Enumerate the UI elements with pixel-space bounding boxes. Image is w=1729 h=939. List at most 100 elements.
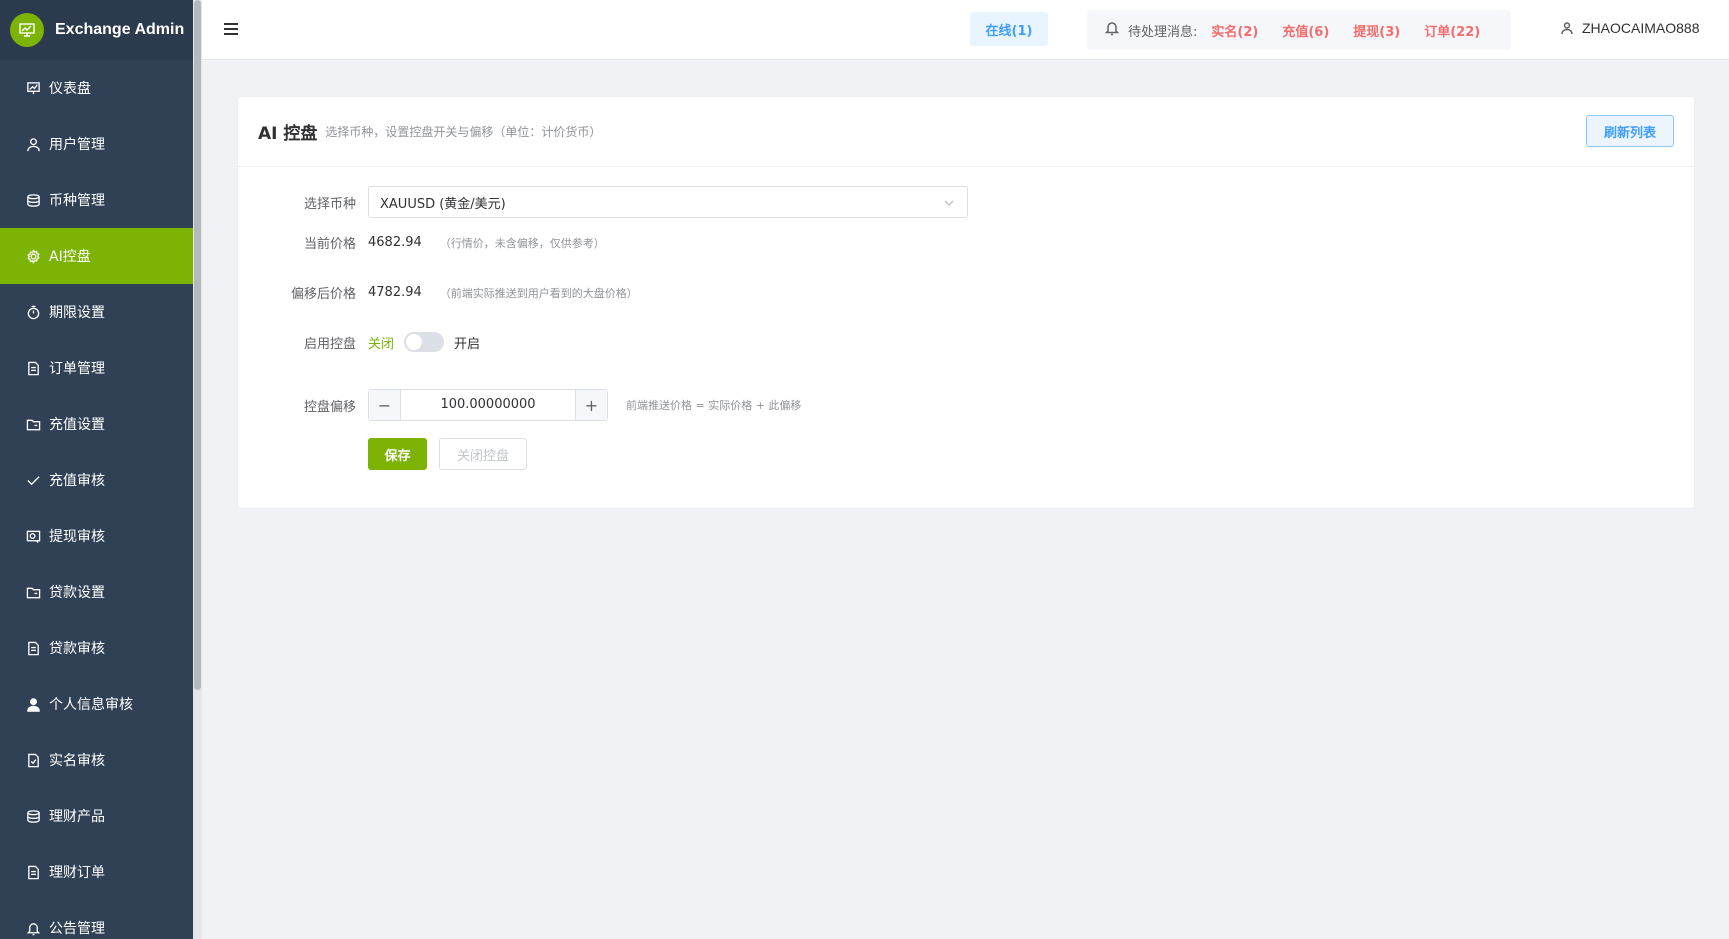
sidebar-menu: 仪表盘 用户管理 币种管理 AI控盘 期限设置 订单管理 充值设置 充值审核 提… <box>0 60 193 939</box>
online-badge[interactable]: 在线(1) <box>970 12 1048 46</box>
withdraw-icon <box>25 528 41 544</box>
switch-knob <box>406 334 423 350</box>
sidebar-item-recharge-review[interactable]: 充值审核 <box>0 452 193 508</box>
scrollbar-thumb[interactable] <box>194 0 201 690</box>
user-icon <box>1561 22 1573 35</box>
hamburger-icon[interactable] <box>222 20 240 38</box>
notif-withdraw-link[interactable]: 提现(3) <box>1353 21 1400 40</box>
toggle-off-label: 关闭 <box>368 336 395 352</box>
card-title: AI 控盘 <box>258 124 318 144</box>
sidebar-item-label: 币种管理 <box>49 193 105 209</box>
current-price-row: 当前价格 4682.94 （行情价，未含偏移，仅供参考） <box>238 233 605 252</box>
folder-icon <box>25 584 41 600</box>
sidebar-item-finance-orders[interactable]: 理财订单 <box>0 844 193 900</box>
sidebar-item-withdraw-review[interactable]: 提现审核 <box>0 508 193 564</box>
sidebar-item-term[interactable]: 期限设置 <box>0 284 193 340</box>
sidebar-item-loan-settings[interactable]: 贷款设置 <box>0 564 193 620</box>
actions-row: 保存 关闭控盘 <box>238 438 527 470</box>
sidebar-item-users[interactable]: 用户管理 <box>0 116 193 172</box>
notif-realname-link[interactable]: 实名(2) <box>1211 21 1258 40</box>
refresh-list-button[interactable]: 刷新列表 <box>1586 115 1674 147</box>
sidebar-item-coins[interactable]: 币种管理 <box>0 172 193 228</box>
document-icon <box>25 864 41 880</box>
symbol-selected-value: XAUUSD (黄金/美元) <box>380 196 506 212</box>
sidebar-item-realname-review[interactable]: 实名审核 <box>0 732 193 788</box>
offset-label: 控盘偏移 <box>303 399 356 415</box>
check-icon <box>25 472 41 488</box>
top-header: 在线(1) 待处理消息: 实名(2) 充值(6) 提现(3) 订单(22) ZH… <box>202 0 1729 60</box>
offset-hint: 前端推送价格 = 实际价格 + 此偏移 <box>626 399 802 412</box>
sidebar-item-label: 实名审核 <box>49 753 105 769</box>
enable-control-label: 启用控盘 <box>303 336 356 352</box>
document-icon <box>25 640 41 656</box>
offset-price-label: 偏移后价格 <box>290 287 356 302</box>
sidebar-item-profile-review[interactable]: 个人信息审核 <box>0 676 193 732</box>
sidebar-item-label: 公告管理 <box>49 921 105 937</box>
sidebar-item-label: 理财产品 <box>49 809 105 825</box>
sidebar-item-recharge-settings[interactable]: 充值设置 <box>0 396 193 452</box>
enable-control-row: 启用控盘 关闭 开启 <box>238 332 480 352</box>
card-subtitle: 选择币种，设置控盘开关与偏移（单位：计价货币） <box>325 125 602 139</box>
symbol-select[interactable]: XAUUSD (黄金/美元) <box>368 186 968 218</box>
sidebar-item-label: 仪表盘 <box>49 81 91 97</box>
offset-row: 控盘偏移 − 100.00000000 + 前端推送价格 = 实际价格 + 此偏… <box>238 389 801 421</box>
logo-icon <box>10 13 44 47</box>
notif-order-link[interactable]: 订单(22) <box>1424 21 1480 40</box>
sidebar-item-label: 充值审核 <box>49 473 105 489</box>
save-button[interactable]: 保存 <box>368 438 427 470</box>
notif-label: 待处理消息: <box>1128 24 1198 40</box>
increment-button[interactable]: + <box>575 390 607 420</box>
sidebar-item-label: 贷款审核 <box>49 641 105 657</box>
sidebar-item-label: 用户管理 <box>49 137 105 153</box>
current-price-label: 当前价格 <box>303 237 356 252</box>
current-price-hint: （行情价，未含偏移，仅供参考） <box>439 236 605 250</box>
sidebar-item-ai-control[interactable]: AI控盘 <box>0 228 193 284</box>
user-menu[interactable]: ZHAOCAIMAO888 <box>1560 20 1699 36</box>
sidebar-item-label: 期限设置 <box>49 305 105 321</box>
sidebar: Exchange Admin 仪表盘 用户管理 币种管理 AI控盘 期限设置 订… <box>0 0 193 939</box>
card-header: AI 控盘 选择币种，设置控盘开关与偏移（单位：计价货币） 刷新列表 <box>238 97 1694 167</box>
toggle-on-label: 开启 <box>454 336 481 352</box>
sidebar-item-dashboard[interactable]: 仪表盘 <box>0 60 193 116</box>
sidebar-scrollbar[interactable] <box>193 0 202 939</box>
sidebar-item-announcements[interactable]: 公告管理 <box>0 900 193 939</box>
folder-icon <box>25 416 41 432</box>
sidebar-item-label: 订单管理 <box>49 361 105 377</box>
offset-stepper: − 100.00000000 + <box>368 389 608 421</box>
sidebar-item-orders[interactable]: 订单管理 <box>0 340 193 396</box>
username: ZHAOCAIMAO888 <box>1582 20 1700 36</box>
offset-input[interactable]: 100.00000000 <box>401 390 575 420</box>
gear-icon <box>25 248 41 264</box>
decrement-button[interactable]: − <box>369 390 401 420</box>
enable-control-switch[interactable] <box>404 332 445 352</box>
bell-icon <box>1104 20 1120 40</box>
document-icon <box>25 360 41 376</box>
notif-recharge-link[interactable]: 充值(6) <box>1282 21 1329 40</box>
sidebar-item-label: 充值设置 <box>49 417 105 433</box>
sidebar-item-finance-products[interactable]: 理财产品 <box>0 788 193 844</box>
symbol-label: 选择币种 <box>303 196 356 212</box>
sidebar-item-label: AI控盘 <box>49 249 91 265</box>
sidebar-item-label: 个人信息审核 <box>49 697 133 713</box>
person-icon <box>25 696 41 712</box>
offset-price-hint: （前端实际推送到用户看到的大盘价格） <box>439 286 638 300</box>
chevron-down-icon <box>943 197 955 213</box>
ai-control-card: AI 控盘 选择币种，设置控盘开关与偏移（单位：计价货币） 刷新列表 选择币种 … <box>237 96 1695 509</box>
database-icon <box>25 192 41 208</box>
sidebar-item-label: 提现审核 <box>49 529 105 545</box>
offset-price-value: 4782.94 <box>368 285 422 300</box>
verify-icon <box>25 752 41 768</box>
symbol-row: 选择币种 XAUUSD (黄金/美元) <box>238 186 968 218</box>
bell-icon <box>25 920 41 936</box>
sidebar-item-label: 贷款设置 <box>49 585 105 601</box>
database-icon <box>25 808 41 824</box>
logo[interactable]: Exchange Admin <box>0 0 193 60</box>
current-price-value: 4682.94 <box>368 235 422 250</box>
close-control-button[interactable]: 关闭控盘 <box>439 438 527 470</box>
app-title: Exchange Admin <box>55 21 185 38</box>
sidebar-item-loan-review[interactable]: 贷款审核 <box>0 620 193 676</box>
timer-icon <box>25 304 41 320</box>
dashboard-icon <box>25 80 41 96</box>
pending-notifications: 待处理消息: 实名(2) 充值(6) 提现(3) 订单(22) <box>1087 10 1511 50</box>
user-icon <box>25 136 41 152</box>
